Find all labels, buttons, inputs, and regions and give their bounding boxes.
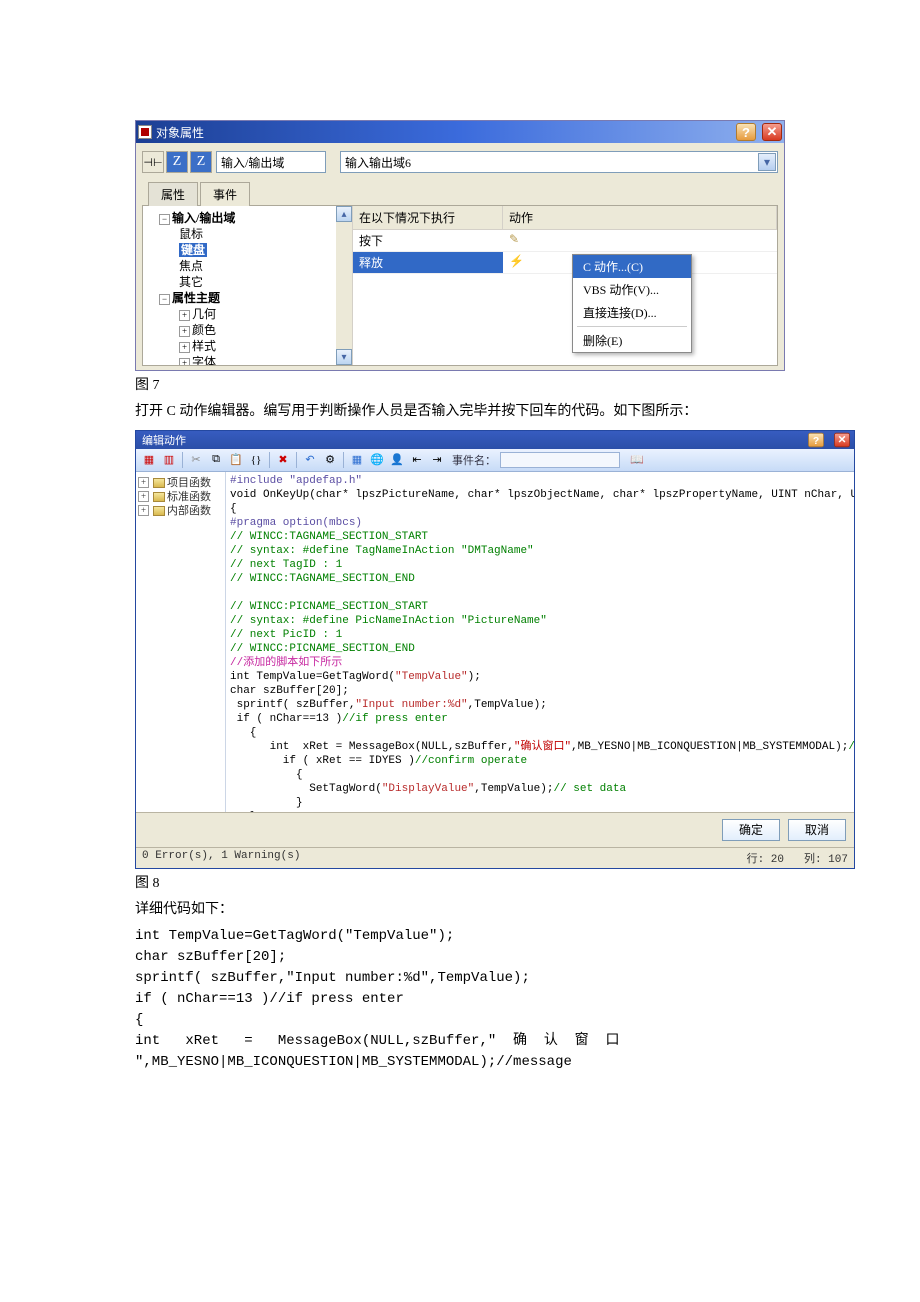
undo-icon[interactable]: ↶: [301, 451, 319, 469]
tab-attributes[interactable]: 属性: [148, 182, 198, 206]
collapse-icon[interactable]: −: [159, 214, 170, 225]
tree-standard-fn[interactable]: 标准函数: [167, 490, 211, 504]
grid-row-press[interactable]: 按下 ✎: [353, 230, 777, 252]
event-tree[interactable]: −输入/输出域 鼠标 键盘 焦点 其它 −属性主题 +几何 +颜色 +样式 +字…: [143, 206, 353, 365]
expand-icon-2[interactable]: +: [179, 326, 190, 337]
event-name-field[interactable]: [500, 452, 620, 468]
tree-internal-fn[interactable]: 内部函数: [167, 504, 211, 518]
ts-btn-9[interactable]: ⚙: [321, 451, 339, 469]
dlg2-help-button[interactable]: ?: [808, 433, 824, 447]
dlg2-close-button[interactable]: ✕: [834, 433, 850, 447]
dlg1-app-icon: [138, 125, 152, 139]
chevron-down-icon[interactable]: ▾: [758, 153, 776, 171]
tree-color[interactable]: 颜色: [192, 323, 216, 337]
folder-icon: [153, 492, 165, 502]
pin-button[interactable]: ⊣⊢: [142, 151, 164, 173]
paragraph-2: 详细代码如下：: [135, 899, 785, 921]
tree-project-fn[interactable]: 项目函数: [167, 476, 211, 490]
tree-style[interactable]: 样式: [192, 339, 216, 353]
ok-button[interactable]: 确定: [722, 819, 780, 841]
style-button-1[interactable]: Z: [166, 151, 188, 173]
tree-keyboard[interactable]: 键盘: [179, 243, 207, 257]
event-name-label: 事件名：: [452, 452, 496, 468]
expand-proj-icon[interactable]: +: [138, 477, 149, 488]
menu-c-action[interactable]: C 动作...(C): [573, 255, 691, 278]
style-button-2[interactable]: Z: [190, 151, 212, 173]
expand-icon-3[interactable]: +: [179, 342, 190, 353]
thunder-icon: ⚡: [509, 254, 524, 268]
figure7-caption: 图 7: [135, 375, 785, 397]
menu-direct-connect[interactable]: 直接连接(D)...: [573, 301, 691, 324]
globe-icon[interactable]: 🌐: [368, 451, 386, 469]
tree-focus[interactable]: 焦点: [179, 259, 203, 273]
dlg1-toolbar: ⊣⊢ Z Z 输入/输出域 输入输出域6 ▾: [142, 149, 778, 179]
expand-std-icon[interactable]: +: [138, 491, 149, 502]
folder-icon: [153, 478, 165, 488]
import-icon[interactable]: ⇤: [408, 451, 426, 469]
grid-header-condition: 在以下情况下执行: [353, 206, 503, 229]
paragraph-1: 打开 C 动作编辑器。编写用于判断操作人员是否输入完毕并按下回车的代码。如下图所…: [135, 401, 785, 423]
object-properties-dialog: 对象属性 ? ✕ ⊣⊢ Z Z 输入/输出域 输入输出域6 ▾ 属性 事件: [135, 120, 785, 371]
ts-btn-2[interactable]: ▥: [160, 451, 178, 469]
code-editor[interactable]: #include "apdefap.h" void OnKeyUp(char* …: [226, 472, 854, 812]
code-listing: int TempValue=GetTagWord("TempValue"); c…: [135, 926, 785, 1073]
ts-btn-book-icon[interactable]: 📖: [628, 451, 646, 469]
menu-delete[interactable]: 删除(E): [573, 329, 691, 352]
dlg2-titlebar: 编辑动作 ? ✕: [136, 431, 854, 449]
dlg2-title: 编辑动作: [142, 432, 186, 448]
status-line: 行: 20: [747, 850, 784, 866]
ts-btn-6[interactable]: {}: [247, 451, 265, 469]
collapse-icon-2[interactable]: −: [159, 294, 170, 305]
paste-icon[interactable]: 📋: [227, 451, 245, 469]
cancel-button[interactable]: 取消: [788, 819, 846, 841]
function-tree[interactable]: + 项目函数 + 标准函数 + 内部函数: [136, 472, 226, 812]
dlg2-button-bar: 确定 取消: [136, 812, 854, 847]
help-button[interactable]: ?: [736, 123, 756, 141]
scroll-up-icon[interactable]: ▴: [336, 206, 352, 222]
object-instance-value: 输入输出域6: [345, 154, 411, 171]
edit-action-dialog: 编辑动作 ? ✕ ▦ ▥ ✂ ⧉ 📋 {} ✖ ↶ ⚙ ▦ 🌐 👤 ⇤ ⇥ 事件…: [135, 430, 855, 869]
pencil-icon: ✎: [509, 232, 519, 246]
dlg1-title: 对象属性: [156, 124, 204, 141]
export-icon[interactable]: ⇥: [428, 451, 446, 469]
dlg2-statusbar: 0 Error(s), 1 Warning(s) 行: 20 列: 107: [136, 847, 854, 868]
tree-root[interactable]: 输入/输出域: [172, 211, 235, 225]
tree-font[interactable]: 字体: [192, 355, 216, 365]
expand-icon-4[interactable]: +: [179, 358, 190, 365]
compile-icon[interactable]: ▦: [348, 451, 366, 469]
tree-theme[interactable]: 属性主题: [172, 291, 220, 305]
dlg1-titlebar: 对象属性 ? ✕: [136, 121, 784, 143]
tab-events[interactable]: 事件: [200, 182, 250, 206]
grid-cell-release: 释放: [353, 252, 503, 273]
context-menu: C 动作...(C) VBS 动作(V)... 直接连接(D)... 删除(E): [572, 254, 692, 353]
grid-row-release[interactable]: 释放 ⚡: [353, 252, 777, 274]
tree-mouse[interactable]: 鼠标: [179, 227, 203, 241]
user-icon[interactable]: 👤: [388, 451, 406, 469]
object-instance-combo[interactable]: 输入输出域6 ▾: [340, 151, 778, 173]
cut-icon[interactable]: ✂: [187, 451, 205, 469]
event-grid: 在以下情况下执行 动作 按下 ✎ 释放 ⚡: [353, 206, 777, 365]
close-button[interactable]: ✕: [762, 123, 782, 141]
ts-btn-1[interactable]: ▦: [140, 451, 158, 469]
scroll-down-icon[interactable]: ▾: [336, 349, 352, 365]
object-type-combo[interactable]: 输入/输出域: [216, 151, 326, 173]
menu-vbs-action[interactable]: VBS 动作(V)...: [573, 278, 691, 301]
delete-icon[interactable]: ✖: [274, 451, 292, 469]
dlg2-toolstrip: ▦ ▥ ✂ ⧉ 📋 {} ✖ ↶ ⚙ ▦ 🌐 👤 ⇤ ⇥ 事件名： 📖: [136, 449, 854, 472]
folder-icon: [153, 506, 165, 516]
figure8-caption: 图 8: [135, 873, 785, 895]
expand-intern-icon[interactable]: +: [138, 505, 149, 516]
grid-cell-press: 按下: [353, 230, 503, 251]
tree-geom[interactable]: 几何: [192, 307, 216, 321]
tree-scrollbar[interactable]: ▴ ▾: [336, 206, 352, 365]
dlg1-tabs: 属性 事件: [142, 181, 778, 206]
object-type-value: 输入/输出域: [221, 154, 284, 171]
status-errors: 0 Error(s), 1 Warning(s): [142, 850, 727, 866]
copy-icon[interactable]: ⧉: [207, 451, 225, 469]
status-col: 列: 107: [804, 850, 848, 866]
tree-other[interactable]: 其它: [179, 275, 203, 289]
grid-header-action: 动作: [503, 206, 777, 229]
expand-icon-1[interactable]: +: [179, 310, 190, 321]
